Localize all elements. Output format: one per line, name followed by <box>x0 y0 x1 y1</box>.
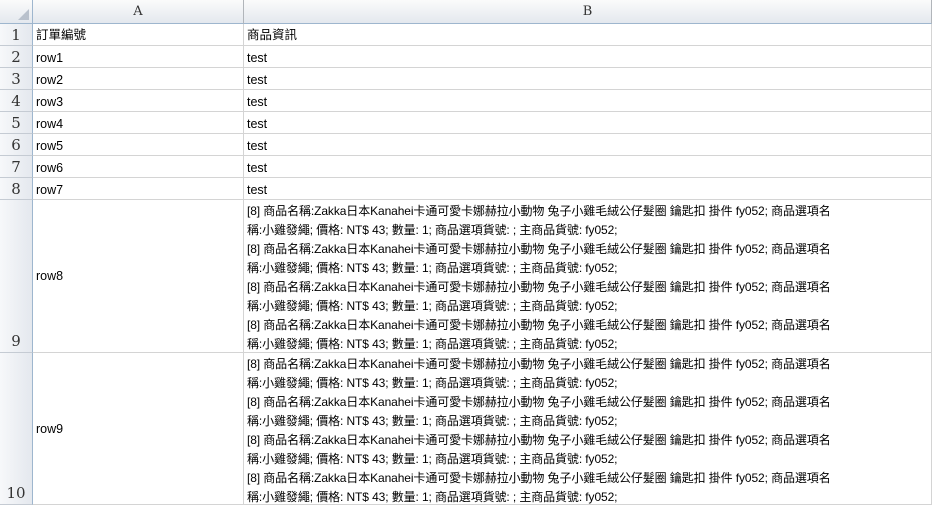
cell-b9-line: 稱:小雞發繩; 價格: NT$ 43; 數量: 1; 商品選項貨號: ; 主商品… <box>247 261 618 275</box>
cell-a3[interactable]: row2 <box>33 68 244 90</box>
cell-b7[interactable]: test <box>244 156 932 178</box>
cell-b9-line: [8] 商品名稱:Zakka日本Kanahei卡通可愛卡娜赫拉小動物 兔子小雞毛… <box>247 318 831 332</box>
select-all-triangle-icon <box>18 9 29 20</box>
row-header-5[interactable]: 5 <box>0 112 33 134</box>
cell-b10-line: 稱:小雞發繩; 價格: NT$ 43; 數量: 1; 商品選項貨號: ; 主商品… <box>247 376 618 390</box>
row-header-9[interactable]: 9 <box>0 200 33 353</box>
column-header-a[interactable]: A <box>33 0 244 24</box>
cell-a5[interactable]: row4 <box>33 112 244 134</box>
cell-b8[interactable]: test <box>244 178 932 200</box>
spreadsheet-grid: A B 1 2 3 4 5 6 7 8 9 10 訂單編號 商品資訊 row1 … <box>0 0 932 505</box>
cell-b10-line: [8] 商品名稱:Zakka日本Kanahei卡通可愛卡娜赫拉小動物 兔子小雞毛… <box>247 471 831 485</box>
cell-b2[interactable]: test <box>244 46 932 68</box>
cell-b4[interactable]: test <box>244 90 932 112</box>
cell-b10-line: [8] 商品名稱:Zakka日本Kanahei卡通可愛卡娜赫拉小動物 兔子小雞毛… <box>247 433 831 447</box>
cell-b5[interactable]: test <box>244 112 932 134</box>
cell-a4[interactable]: row3 <box>33 90 244 112</box>
select-all-button[interactable] <box>0 0 33 24</box>
cell-b1[interactable]: 商品資訊 <box>244 24 932 46</box>
cell-b6[interactable]: test <box>244 134 932 156</box>
row-header-1[interactable]: 1 <box>0 24 33 46</box>
cell-b10-line: 稱:小雞發繩; 價格: NT$ 43; 數量: 1; 商品選項貨號: ; 主商品… <box>247 490 618 504</box>
row-header-4[interactable]: 4 <box>0 90 33 112</box>
cell-b3[interactable]: test <box>244 68 932 90</box>
row-header-8[interactable]: 8 <box>0 178 33 200</box>
cell-b10-line: 稱:小雞發繩; 價格: NT$ 43; 數量: 1; 商品選項貨號: ; 主商品… <box>247 452 618 466</box>
column-header-b[interactable]: B <box>244 0 932 24</box>
cell-b10-line: [8] 商品名稱:Zakka日本Kanahei卡通可愛卡娜赫拉小動物 兔子小雞毛… <box>247 395 831 409</box>
cell-a7[interactable]: row6 <box>33 156 244 178</box>
cell-b9-line: [8] 商品名稱:Zakka日本Kanahei卡通可愛卡娜赫拉小動物 兔子小雞毛… <box>247 242 831 256</box>
cell-b9-line: [8] 商品名稱:Zakka日本Kanahei卡通可愛卡娜赫拉小動物 兔子小雞毛… <box>247 280 831 294</box>
row-header-6[interactable]: 6 <box>0 134 33 156</box>
cell-b9-line: 稱:小雞發繩; 價格: NT$ 43; 數量: 1; 商品選項貨號: ; 主商品… <box>247 223 618 237</box>
cell-b10-line: 稱:小雞發繩; 價格: NT$ 43; 數量: 1; 商品選項貨號: ; 主商品… <box>247 414 618 428</box>
row-header-10[interactable]: 10 <box>0 353 33 505</box>
cell-b10-line: [8] 商品名稱:Zakka日本Kanahei卡通可愛卡娜赫拉小動物 兔子小雞毛… <box>247 357 831 371</box>
cell-b9-line: 稱:小雞發繩; 價格: NT$ 43; 數量: 1; 商品選項貨號: ; 主商品… <box>247 299 618 313</box>
cell-a9[interactable]: row8 <box>33 200 244 353</box>
cell-a2[interactable]: row1 <box>33 46 244 68</box>
row-header-7[interactable]: 7 <box>0 156 33 178</box>
cell-a10[interactable]: row9 <box>33 353 244 505</box>
cell-b9-line: 稱:小雞發繩; 價格: NT$ 43; 數量: 1; 商品選項貨號: ; 主商品… <box>247 337 618 351</box>
row-header-3[interactable]: 3 <box>0 68 33 90</box>
row-header-2[interactable]: 2 <box>0 46 33 68</box>
cell-b10[interactable]: [8] 商品名稱:Zakka日本Kanahei卡通可愛卡娜赫拉小動物 兔子小雞毛… <box>244 353 932 505</box>
cell-b9[interactable]: [8] 商品名稱:Zakka日本Kanahei卡通可愛卡娜赫拉小動物 兔子小雞毛… <box>244 200 932 353</box>
cell-a8[interactable]: row7 <box>33 178 244 200</box>
cell-b9-line: [8] 商品名稱:Zakka日本Kanahei卡通可愛卡娜赫拉小動物 兔子小雞毛… <box>247 204 831 218</box>
cell-a6[interactable]: row5 <box>33 134 244 156</box>
cell-a1[interactable]: 訂單編號 <box>33 24 244 46</box>
